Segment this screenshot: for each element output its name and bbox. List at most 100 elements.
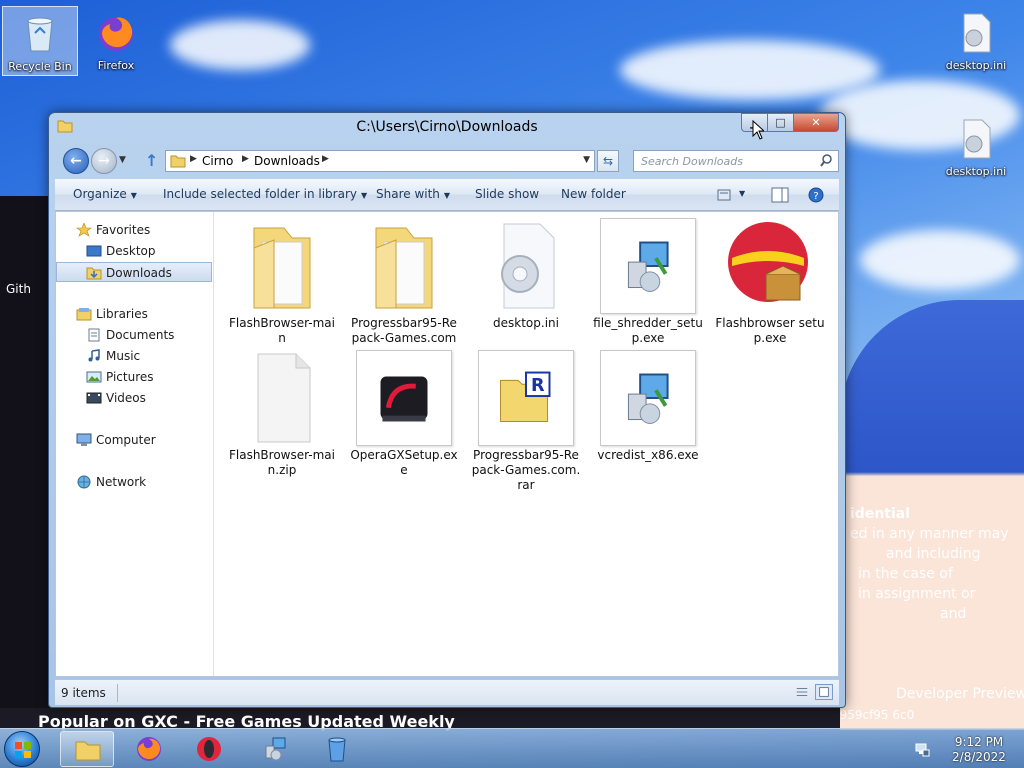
opera-gx-icon bbox=[356, 350, 452, 446]
breadcrumb-separator-icon[interactable]: ▶ bbox=[190, 154, 197, 164]
close-button[interactable]: ✕ bbox=[793, 113, 839, 132]
file-name: Flashbrowser setup.exe bbox=[715, 316, 825, 345]
up-level-button[interactable]: ↑ bbox=[145, 151, 158, 170]
nav-libraries[interactable]: Libraries bbox=[56, 304, 212, 324]
maximize-button[interactable]: □ bbox=[767, 113, 794, 132]
pictures-icon bbox=[86, 371, 102, 383]
file-name: desktop.ini bbox=[493, 316, 559, 330]
opera-icon bbox=[197, 737, 221, 761]
file-name: Progressbar95-Repack-Games.com.rar bbox=[471, 448, 581, 492]
include-in-library-button[interactable]: Include selected folder in library ▼ bbox=[163, 187, 367, 201]
search-placeholder: Search Downloads bbox=[641, 155, 743, 168]
file-item[interactable]: file_shredder_setup.exe bbox=[592, 212, 704, 352]
settings-file-icon bbox=[963, 119, 991, 159]
file-item[interactable]: desktop.ini bbox=[470, 212, 582, 352]
organize-button[interactable]: Organize ▼ bbox=[73, 187, 137, 201]
start-button[interactable] bbox=[4, 731, 40, 767]
desktop-icon-firefox[interactable]: Firefox bbox=[78, 6, 154, 72]
taskbar-firefox[interactable] bbox=[122, 731, 176, 767]
nav-label: Libraries bbox=[96, 307, 148, 321]
explorer-window[interactable]: C:\Users\Cirno\Downloads ▁ □ ✕ ← → ▼ ↑ ▶… bbox=[48, 112, 846, 708]
search-icon[interactable] bbox=[820, 154, 832, 168]
gxc-banner[interactable]: Popular on GXC - Free Games Updated Week… bbox=[0, 708, 840, 731]
chevron-down-icon: ▼ bbox=[130, 191, 137, 200]
nav-pictures[interactable]: Pictures bbox=[56, 367, 212, 387]
desktop-icon-label: Firefox bbox=[97, 59, 135, 72]
clock[interactable]: 9:12 PM 2/8/2022 bbox=[934, 735, 1024, 765]
file-item[interactable]: Flashbrowser setup.exe bbox=[714, 212, 826, 352]
nav-music[interactable]: Music bbox=[56, 346, 212, 366]
file-item[interactable]: FlashBrowser-main.zip bbox=[226, 344, 338, 484]
file-item[interactable]: OperaGXSetup.exe bbox=[348, 344, 460, 484]
taskbar-installer[interactable] bbox=[248, 731, 302, 767]
taskbar-explorer[interactable] bbox=[60, 731, 114, 767]
share-with-button[interactable]: Share with ▼ bbox=[376, 187, 450, 201]
windows-logo-icon bbox=[15, 742, 31, 758]
navigation-pane: Favorites Desktop Downloads Libraries Do… bbox=[56, 212, 214, 676]
taskbar-recycle-bin[interactable] bbox=[310, 731, 364, 767]
include-in-library-label: Include selected folder in library bbox=[163, 187, 357, 201]
music-icon bbox=[88, 349, 100, 362]
file-list: FlashBrowser-main Progressbar95-Repack-G… bbox=[220, 212, 840, 676]
forward-button[interactable]: → bbox=[91, 148, 117, 174]
nav-favorites[interactable]: Favorites bbox=[56, 220, 212, 240]
help-icon[interactable]: ? bbox=[807, 187, 825, 203]
star-icon bbox=[76, 223, 92, 237]
taskbar-opera-gx[interactable] bbox=[182, 731, 236, 767]
title-bar[interactable]: C:\Users\Cirno\Downloads ▁ □ ✕ bbox=[49, 113, 845, 141]
view-options-dropdown-icon[interactable]: ▼ bbox=[739, 189, 745, 198]
nav-videos[interactable]: Videos bbox=[56, 388, 212, 408]
file-item[interactable]: Progressbar95-Repack-Games.com bbox=[348, 212, 460, 352]
nav-label: Desktop bbox=[106, 244, 156, 258]
nav-desktop[interactable]: Desktop bbox=[56, 241, 212, 261]
network-status-icon[interactable] bbox=[914, 741, 930, 757]
mouse-cursor-icon bbox=[752, 120, 764, 140]
desktop-icon-desktop-ini[interactable]: desktop.ini bbox=[938, 112, 1014, 178]
recent-pages-dropdown[interactable]: ▼ bbox=[119, 155, 126, 165]
refresh-button[interactable]: ⇆ bbox=[597, 150, 619, 172]
svg-text:?: ? bbox=[813, 191, 818, 202]
back-button[interactable]: ← bbox=[63, 148, 89, 174]
address-bar[interactable]: ▶ Cirno ▶ Downloads ▶ ▼ bbox=[165, 150, 595, 172]
wallpaper-text: Developer Preview bbox=[896, 686, 1024, 702]
refresh-icon: ⇆ bbox=[602, 154, 614, 168]
nav-downloads[interactable]: Downloads bbox=[56, 262, 212, 282]
breadcrumb-separator-icon[interactable]: ▶ bbox=[242, 154, 249, 164]
breadcrumb-downloads[interactable]: Downloads bbox=[254, 154, 320, 168]
breadcrumb-cirno[interactable]: Cirno bbox=[202, 154, 233, 168]
change-view-icon[interactable] bbox=[717, 187, 735, 203]
file-item[interactable]: FlashBrowser-main bbox=[226, 212, 338, 352]
desktop-icon-desktop-ini[interactable]: desktop.ini bbox=[938, 6, 1014, 72]
details-view-icon[interactable] bbox=[793, 684, 811, 700]
window-title: C:\Users\Cirno\Downloads bbox=[356, 119, 538, 135]
preview-pane-icon[interactable] bbox=[771, 187, 789, 203]
nav-label: Documents bbox=[106, 328, 175, 342]
nav-label: Pictures bbox=[106, 370, 154, 384]
file-name: vcredist_x86.exe bbox=[597, 448, 699, 462]
settings-file-icon bbox=[963, 13, 991, 53]
new-folder-button[interactable]: New folder bbox=[561, 187, 626, 201]
address-dropdown-icon[interactable]: ▼ bbox=[583, 155, 590, 165]
breadcrumb-separator-icon[interactable]: ▶ bbox=[322, 154, 329, 164]
videos-icon bbox=[86, 392, 102, 404]
file-name: file_shredder_setup.exe bbox=[593, 316, 703, 345]
file-item[interactable]: vcredist_x86.exe bbox=[592, 344, 704, 484]
desktop-icon-label: Recycle Bin bbox=[8, 60, 72, 73]
command-bar: Organize ▼ Include selected folder in lib… bbox=[55, 179, 839, 211]
search-input[interactable]: Search Downloads bbox=[633, 150, 839, 172]
folder-icon bbox=[170, 155, 186, 168]
nav-computer[interactable]: Computer bbox=[56, 430, 212, 450]
close-icon: ✕ bbox=[811, 116, 821, 129]
nav-network[interactable]: Network bbox=[56, 472, 212, 492]
wallpaper-text: idential bbox=[850, 506, 911, 522]
new-folder-label: New folder bbox=[561, 187, 626, 201]
nav-label: Favorites bbox=[96, 223, 151, 237]
nav-documents[interactable]: Documents bbox=[56, 325, 212, 345]
wallpaper-text: ed in any manner may bbox=[850, 526, 1009, 542]
desktop-icon-recycle-bin[interactable]: Recycle Bin bbox=[2, 6, 78, 76]
slide-show-button[interactable]: Slide show bbox=[475, 187, 539, 201]
desktop-icon-label: desktop.ini bbox=[945, 59, 1007, 72]
large-icons-view-icon[interactable] bbox=[815, 684, 833, 700]
content-area: Favorites Desktop Downloads Libraries Do… bbox=[55, 211, 839, 677]
file-item[interactable]: R Progressbar95-Repack-Games.com.rar bbox=[470, 344, 582, 494]
